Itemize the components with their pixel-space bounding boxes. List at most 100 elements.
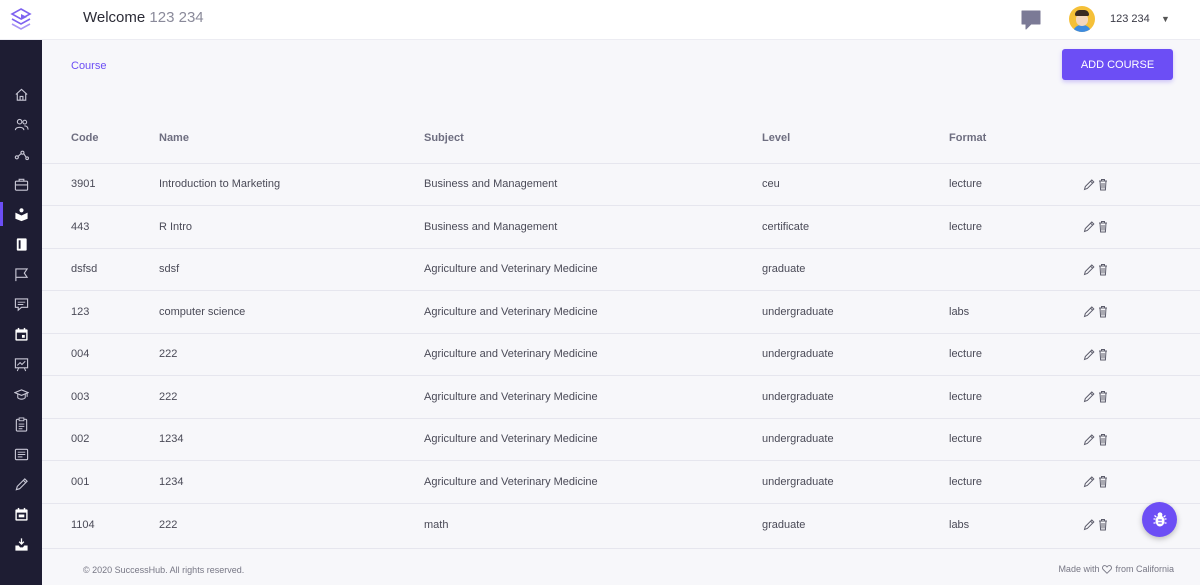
calendar-icon	[14, 327, 28, 341]
cell-code: 002	[42, 417, 159, 461]
sidebar-item-presentation[interactable]	[0, 352, 42, 376]
column-header-level[interactable]: Level	[762, 113, 949, 163]
cell-format: lecture	[949, 332, 1083, 376]
cell-actions	[1083, 290, 1200, 333]
cell-code: 3901	[42, 162, 159, 206]
edit-pencil-icon[interactable]	[1083, 305, 1095, 318]
edit-pencil-icon[interactable]	[1083, 348, 1095, 361]
sidebar-item-inbox[interactable]	[0, 532, 42, 556]
calendar-event-icon	[14, 507, 28, 521]
delete-trash-icon[interactable]	[1097, 178, 1109, 191]
cell-name: Introduction to Marketing	[159, 162, 424, 206]
cell-level: undergraduate	[762, 375, 949, 418]
course-icon	[14, 207, 28, 221]
row-actions	[1083, 263, 1200, 276]
avatar-shirt	[1073, 25, 1091, 32]
sidebar-item-graduation[interactable]	[0, 382, 42, 406]
user-name[interactable]: 123 234	[1110, 13, 1150, 25]
delete-trash-icon[interactable]	[1097, 390, 1109, 403]
delete-trash-icon[interactable]	[1097, 518, 1109, 531]
sidebar-item-book[interactable]	[0, 232, 42, 256]
cell-format: lecture	[949, 162, 1083, 206]
sidebar-item-clipboard[interactable]	[0, 412, 42, 436]
sidebar	[0, 0, 42, 585]
cell-name: 222	[159, 375, 424, 418]
delete-trash-icon[interactable]	[1097, 348, 1109, 361]
delete-trash-icon[interactable]	[1097, 263, 1109, 276]
cell-subject: math	[424, 502, 762, 546]
edit-pencil-icon[interactable]	[1083, 390, 1095, 403]
cell-actions	[1083, 247, 1200, 291]
edit-pencil-icon[interactable]	[1083, 433, 1095, 446]
cell-actions	[1083, 375, 1200, 418]
delete-trash-icon[interactable]	[1097, 475, 1109, 488]
sidebar-item-edit[interactable]	[0, 472, 42, 496]
welcome-heading: Welcome 123 234	[83, 9, 204, 26]
avatar[interactable]	[1069, 6, 1095, 32]
sidebar-item-share[interactable]	[0, 142, 42, 166]
made-with-text: Made with from California	[1058, 564, 1174, 574]
cell-name: R Intro	[159, 205, 424, 248]
table-body: 3901 Introduction to Marketing Business an…	[42, 162, 1200, 546]
made-with-label: Made with	[1058, 564, 1100, 574]
logo[interactable]	[0, 0, 42, 40]
delete-trash-icon[interactable]	[1097, 305, 1109, 318]
row-actions	[1083, 390, 1200, 403]
delete-trash-icon[interactable]	[1097, 220, 1109, 233]
main-content: Course ADD COURSE Code Name Subject Leve…	[42, 41, 1200, 585]
chat-button[interactable]	[1020, 9, 1042, 31]
flag-icon	[14, 267, 28, 281]
sidebar-item-events[interactable]	[0, 502, 42, 526]
cell-level: undergraduate	[762, 290, 949, 333]
cell-level: graduate	[762, 502, 949, 546]
cell-format: lecture	[949, 417, 1083, 461]
cell-level: undergraduate	[762, 417, 949, 461]
cell-name: 222	[159, 502, 424, 546]
welcome-user: 123 234	[149, 9, 204, 26]
table-row: 004 222 Agriculture and Veterinary Medicin…	[42, 332, 1200, 376]
edit-pencil-icon[interactable]	[1083, 178, 1095, 191]
user-menu-chevron-down-icon[interactable]: ▼	[1161, 14, 1170, 24]
table-header-row: Code Name Subject Level Format	[42, 113, 1200, 163]
edit-pencil-icon[interactable]	[1083, 475, 1095, 488]
column-header-subject[interactable]: Subject	[424, 113, 762, 163]
column-header-format[interactable]: Format	[949, 113, 1083, 163]
delete-trash-icon[interactable]	[1097, 433, 1109, 446]
graduation-cap-icon	[13, 388, 29, 400]
bug-report-button[interactable]	[1142, 502, 1177, 537]
made-from-label: from California	[1115, 564, 1174, 574]
table-row: dsfsd sdsf Agriculture and Veterinary Medi…	[42, 247, 1200, 291]
add-course-button[interactable]: ADD COURSE	[1062, 49, 1173, 80]
sidebar-item-flag[interactable]	[0, 262, 42, 286]
cell-level: undergraduate	[762, 332, 949, 376]
inbox-icon	[14, 537, 28, 551]
cell-format: labs	[949, 502, 1083, 546]
column-header-actions	[1083, 113, 1200, 163]
cell-format: lecture	[949, 460, 1083, 503]
sidebar-item-news[interactable]	[0, 442, 42, 466]
edit-pencil-icon[interactable]	[1083, 263, 1095, 276]
cell-code: 001	[42, 460, 159, 503]
chat-icon	[1021, 10, 1041, 30]
heart-icon	[1102, 564, 1113, 574]
sidebar-item-courses[interactable]	[0, 202, 42, 226]
sidebar-item-messages[interactable]	[0, 292, 42, 316]
sidebar-item-briefcase[interactable]	[0, 172, 42, 196]
sidebar-item-users[interactable]	[0, 112, 42, 136]
users-icon	[14, 118, 29, 130]
edit-pencil-icon[interactable]	[1083, 518, 1095, 531]
table-row: 123 computer science Agriculture and Veter…	[42, 290, 1200, 333]
column-header-name[interactable]: Name	[159, 113, 424, 163]
cell-actions	[1083, 332, 1200, 376]
cell-code: 1104	[42, 502, 159, 546]
sidebar-item-home[interactable]	[0, 82, 42, 106]
edit-pencil-icon[interactable]	[1083, 220, 1095, 233]
column-header-code[interactable]: Code	[42, 113, 159, 163]
cell-code: 123	[42, 290, 159, 333]
cell-code: dsfsd	[42, 247, 159, 291]
sidebar-item-calendar[interactable]	[0, 322, 42, 346]
share-icon	[14, 150, 29, 160]
breadcrumb-course[interactable]: Course	[71, 60, 106, 72]
cell-format: lecture	[949, 205, 1083, 248]
table-row: 002 1234 Agriculture and Veterinary Medici…	[42, 417, 1200, 461]
